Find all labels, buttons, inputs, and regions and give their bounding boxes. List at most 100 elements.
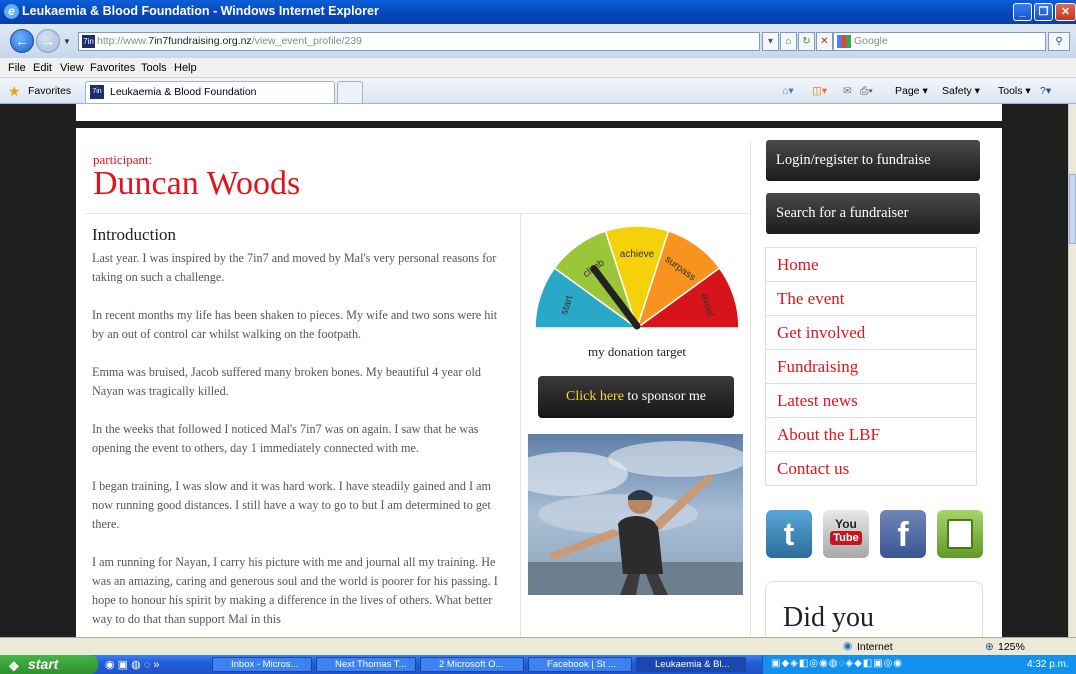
start-label: start (28, 656, 59, 672)
nav-latest-news[interactable]: Latest news (766, 384, 976, 418)
tab-label: Leukaemia & Blood Foundation (110, 86, 257, 98)
home-icon[interactable]: ⌂▾ (782, 85, 794, 97)
taskbar: ❖ start ◉ ▣ ◍ ◌ » Inbox - Micros... Next… (0, 655, 1076, 674)
favorites-bar: ★ Favorites 7in Leukaemia & Blood Founda… (0, 78, 1076, 104)
intro-paragraph: In the weeks that followed I noticed Mal… (92, 422, 479, 455)
history-dropdown-icon[interactable]: ▼ (63, 37, 71, 46)
mail-icon[interactable]: ✉ (843, 85, 852, 97)
search-fundraiser-button[interactable]: Search for a fundraiser (766, 193, 980, 234)
print-icon[interactable]: ⎙▾ (860, 85, 873, 98)
task-microsoft[interactable]: 2 Microsoft O... (420, 657, 524, 672)
nav-about-lbf[interactable]: About the LBF (766, 418, 976, 452)
task-leukaemia[interactable]: Leukaemia & Bl... (636, 657, 746, 672)
facebook-icon[interactable]: f (880, 510, 926, 558)
intro-paragraph: I am running for Nayan, I carry his pict… (92, 555, 498, 626)
address-input[interactable]: 7in http://www.7in7fundraising.org.nz/vi… (78, 32, 760, 51)
did-you-heading: Did you (783, 602, 874, 633)
participant-name: Duncan Woods (93, 165, 301, 202)
login-register-button[interactable]: Login/register to fundraise (766, 140, 980, 181)
vertical-scrollbar[interactable] (1068, 104, 1076, 637)
refresh-icon[interactable]: ↻ (798, 32, 815, 51)
sponsor-link[interactable]: Click here (566, 389, 624, 404)
windows-logo-icon: ❖ (8, 659, 20, 674)
menu-tools[interactable]: Tools (141, 62, 167, 74)
url-domain: 7in7fundraising.org.nz (148, 35, 252, 47)
intro-paragraph: Last year. I was inspired by the 7in7 an… (92, 251, 497, 284)
menu-view[interactable]: View (60, 62, 84, 74)
intro-body: Last year. I was inspired by the 7in7 an… (92, 249, 512, 637)
favorites-star-icon: ★ (8, 83, 21, 99)
did-you-know-box: Did you (765, 581, 983, 637)
feeds-icon[interactable]: ◫▾ (812, 85, 827, 97)
menu-bar: File Edit View Favorites Tools Help (0, 58, 1076, 78)
forward-button[interactable]: → (36, 29, 60, 53)
search-input[interactable]: Google (833, 32, 1046, 51)
ie-logo-icon: e (4, 4, 19, 19)
globe-icon: ◉ (843, 640, 853, 652)
maximize-button[interactable]: ❐ (1034, 3, 1053, 21)
menu-edit[interactable]: Edit (33, 62, 52, 74)
header-divider (76, 121, 1002, 128)
sponsor-label: to sponsor me (623, 389, 706, 404)
zone-label: Internet (857, 641, 893, 653)
site-favicon-icon: 7in (82, 35, 95, 48)
sidebar-divider (750, 140, 751, 637)
url-path: /view_event_profile/239 (251, 35, 363, 47)
stop-icon[interactable]: ✕ (816, 32, 833, 51)
twitter-icon[interactable]: t (766, 510, 812, 558)
task-inbox[interactable]: Inbox - Micros... (212, 657, 312, 672)
nav-contact-us[interactable]: Contact us (766, 452, 976, 486)
nav-get-involved[interactable]: Get involved (766, 316, 976, 350)
google-icon (837, 35, 851, 48)
task-facebook[interactable]: Facebook | St ... (528, 657, 632, 672)
participant-photo (528, 434, 743, 595)
task-next-thomas[interactable]: Next Thomas T... (316, 657, 416, 672)
safety-menu[interactable]: Safety ▾ (942, 85, 980, 97)
menu-favorites[interactable]: Favorites (90, 62, 135, 74)
tools-menu[interactable]: Tools ▾ (998, 85, 1031, 97)
back-button[interactable]: ← (10, 29, 34, 53)
gauge-caption: my donation target (588, 344, 686, 359)
compatibility-icon[interactable]: ⌂ (780, 32, 797, 51)
page-menu[interactable]: Page ▾ (895, 85, 928, 97)
page-viewport: participant: Duncan Woods Introduction L… (0, 104, 1068, 637)
intro-paragraph: Emma was bruised, Jacob suffered many br… (92, 365, 481, 398)
menu-file[interactable]: File (8, 62, 26, 74)
email-icon[interactable] (937, 510, 983, 558)
page-content: participant: Duncan Woods Introduction L… (76, 104, 1002, 637)
tab-active[interactable]: 7in Leukaemia & Blood Foundation (85, 81, 335, 103)
sponsor-button[interactable]: Click here to sponsor me (538, 376, 734, 418)
intro-paragraph: I began training, I was slow and it was … (92, 479, 492, 531)
gauge-label-achieve: achieve (620, 249, 655, 260)
new-tab-button[interactable] (337, 81, 363, 103)
menu-help[interactable]: Help (174, 62, 197, 74)
header-rule (85, 213, 751, 214)
donation-gauge: startclimbachievesurpassexcel (534, 225, 740, 331)
tray-icons[interactable]: ▣◆◈◧◎◉◍◌◈◆◧▣◎◉ (771, 658, 903, 669)
nav-fundraising[interactable]: Fundraising (766, 350, 976, 384)
title-bar: e Leukaemia & Blood Foundation - Windows… (0, 0, 1076, 24)
minimize-button[interactable]: _ (1013, 3, 1032, 21)
nav-the-event[interactable]: The event (766, 282, 976, 316)
zoom-icon: ⊕ (985, 641, 994, 653)
help-icon[interactable]: ?▾ (1040, 85, 1051, 97)
clock: 4:32 p.m. (1027, 659, 1069, 670)
favorites-button[interactable]: Favorites (28, 85, 71, 97)
close-button[interactable]: ✕ (1055, 3, 1076, 21)
nav-home[interactable]: Home (766, 248, 976, 282)
tab-favicon-icon: 7in (90, 85, 104, 99)
url-prefix: http://www. (97, 35, 149, 47)
quicklaunch-icons[interactable]: ◉ ▣ ◍ ◌ » (105, 658, 159, 671)
address-dropdown-icon[interactable]: ▾ (762, 32, 779, 51)
sidebar-nav: Home The event Get involved Fundraising … (765, 247, 977, 486)
scrollbar-thumb[interactable] (1069, 174, 1076, 244)
system-tray: ▣◆◈◧◎◉◍◌◈◆◧▣◎◉ 4:32 p.m. (762, 655, 1076, 674)
start-button[interactable]: ❖ start (0, 655, 98, 674)
intro-paragraph: In recent months my life has been shaken… (92, 308, 498, 341)
youtube-icon[interactable]: You Tube (823, 510, 869, 558)
status-bar: ◉ Internet ⊕ 125% (0, 637, 1076, 655)
search-icon[interactable]: ⚲ (1048, 32, 1070, 51)
youtube-you: You (835, 517, 857, 531)
search-placeholder: Google (854, 35, 888, 47)
zoom-level[interactable]: 125% (998, 641, 1025, 653)
